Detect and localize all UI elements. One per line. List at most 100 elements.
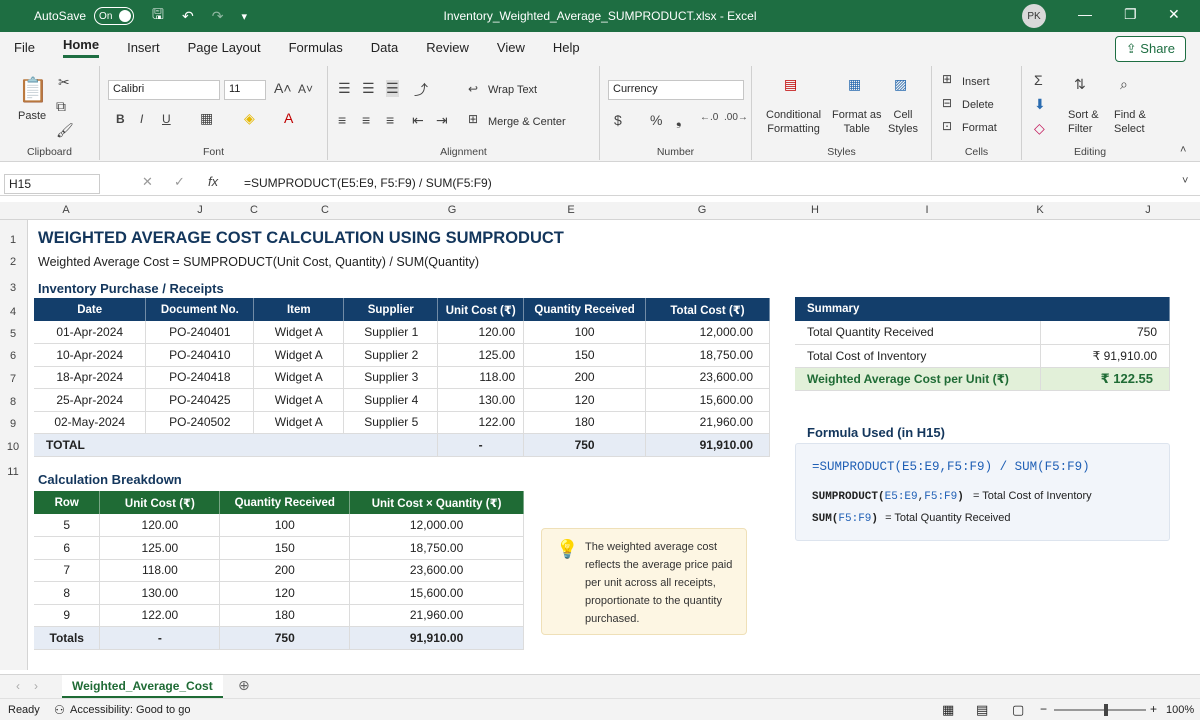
table-cell[interactable]: 01-Apr-2024 [34,321,147,344]
table-cell[interactable]: 125.00 [99,536,221,560]
col-header[interactable]: E [551,204,591,216]
col-header[interactable]: K [1020,204,1060,216]
align-top-icon[interactable]: ☰ [338,80,351,97]
autosave-toggle[interactable]: On [94,7,135,25]
table-cell[interactable]: 125.00 [437,343,525,367]
table-cell[interactable]: Supplier 5 [343,411,439,434]
zoom-level[interactable]: 100% [1166,704,1194,716]
align-right-icon[interactable]: ≡ [386,112,394,128]
page-layout-view-icon[interactable]: ▤ [976,702,988,718]
menu-view[interactable]: View [497,40,525,55]
undo-icon[interactable]: ↶ [182,8,194,25]
decrease-decimal-icon[interactable]: .00→ [724,112,748,123]
enter-icon[interactable]: ✓ [174,174,185,190]
table-cell[interactable]: 100 [219,514,351,537]
copy-icon[interactable]: ⧉ [56,98,66,115]
table-cell[interactable]: 180 [523,411,647,434]
table-cell[interactable]: 12,000.00 [349,514,524,537]
cell-styles-icon[interactable]: ▨ [894,76,907,93]
row-header[interactable]: 10 [2,441,24,453]
table-cell[interactable]: 10-Apr-2024 [34,343,147,367]
format-painter-icon[interactable]: 🖌 [56,122,74,139]
increase-indent-icon[interactable]: ⇥ [436,112,448,129]
table-cell[interactable]: 150 [219,536,351,560]
wrap-text-button[interactable]: Wrap Text [488,84,537,96]
menu-formulas[interactable]: Formulas [289,40,343,55]
inventory-col-header[interactable]: Unit Cost (₹) [437,298,525,321]
row-header[interactable]: 7 [2,373,24,385]
table-cell[interactable]: 120.00 [99,514,221,537]
table-cell[interactable]: PO-240418 [145,366,255,389]
sort-filter-button[interactable]: Sort & Filter [1068,108,1099,136]
decrease-indent-icon[interactable]: ⇤ [412,112,424,129]
table-cell[interactable]: 8 [34,581,101,605]
menu-home[interactable]: Home [62,37,100,58]
table-cell[interactable]: 120.00 [437,321,525,344]
table-cell[interactable]: 118.00 [99,559,221,582]
zoom-in-icon[interactable]: + [1150,702,1157,716]
breakdown-col-header[interactable]: Unit Cost × Quantity (₹) [349,491,524,514]
merge-center-button[interactable]: Merge & Center [488,116,566,128]
align-left-icon[interactable]: ≡ [338,112,346,128]
font-size-select[interactable]: 11 [224,80,266,100]
table-cell[interactable]: PO-240425 [145,388,255,412]
font-name-select[interactable]: Calibri [108,80,220,100]
merge-icon[interactable]: ⊞ [468,112,478,126]
prev-sheet-icon[interactable]: ‹ [16,679,20,693]
zoom-slider-handle[interactable] [1104,704,1108,716]
table-cell[interactable]: Widget A [253,411,345,434]
paste-icon[interactable]: 📋 [18,76,48,105]
minimize-icon[interactable]: — [1078,6,1092,22]
font-color-icon[interactable]: A [284,110,293,126]
orientation-icon[interactable]: ⤴ [414,80,428,100]
align-bottom-icon[interactable]: ☰ [386,80,399,97]
table-cell[interactable]: Widget A [253,388,345,412]
customize-toolbar-icon[interactable]: ▾ [241,10,247,23]
table-cell[interactable]: 6 [34,536,101,560]
table-cell[interactable]: 18-Apr-2024 [34,366,147,389]
table-cell[interactable]: PO-240401 [145,321,255,344]
inventory-col-header[interactable]: Date [34,298,147,321]
conditional-formatting-button[interactable]: Conditional Formatting [766,108,821,136]
restore-icon[interactable]: ❐ [1124,6,1137,23]
inventory-col-header[interactable]: Document No. [145,298,255,321]
row-header[interactable]: 6 [2,350,24,362]
table-cell[interactable]: 122.00 [99,604,221,627]
next-sheet-icon[interactable]: › [34,679,38,693]
format-table-icon[interactable]: ▦ [848,76,861,93]
table-cell[interactable]: Widget A [253,321,345,344]
fill-icon[interactable]: ⬇ [1034,96,1046,113]
fill-color-icon[interactable]: ◈ [244,110,255,127]
table-cell[interactable]: 130.00 [99,581,221,605]
cut-icon[interactable]: ✂ [58,74,70,91]
table-cell[interactable]: Widget A [253,343,345,367]
delete-cells-icon[interactable]: ⊟ [942,96,952,110]
page-break-view-icon[interactable]: ▢ [1012,702,1024,718]
total-cell[interactable]: TOTAL [34,433,439,457]
table-cell[interactable]: 18,750.00 [349,536,524,560]
table-cell[interactable]: 15,600.00 [349,581,524,605]
total-cell[interactable]: - [99,626,221,650]
table-cell[interactable]: PO-240502 [145,411,255,434]
total-cell[interactable]: 750 [523,433,647,457]
sheet-tab-weighted-average-cost[interactable]: Weighted_Average_Cost [62,675,223,699]
col-header[interactable]: G [432,204,472,216]
cell-styles-button[interactable]: Cell Styles [888,108,918,136]
col-header[interactable]: C [305,204,345,216]
breakdown-col-header[interactable]: Row [34,491,101,514]
row-header[interactable]: 9 [2,418,24,430]
increase-font-icon[interactable]: A˄ [274,80,292,96]
inventory-col-header[interactable]: Total Cost (₹) [645,298,770,321]
summary-qty-label[interactable]: Total Quantity Received [795,321,1041,345]
sort-filter-icon[interactable]: ⇅ [1074,76,1086,93]
row-header[interactable]: 4 [2,306,24,318]
redo-icon[interactable]: ↷ [212,8,224,25]
increase-decimal-icon[interactable]: ←.0 [700,112,718,123]
insert-cells-icon[interactable]: ⊞ [942,72,952,86]
total-cell[interactable]: 91,910.00 [645,433,770,457]
total-cell[interactable]: 91,910.00 [349,626,524,650]
format-table-button[interactable]: Format as Table [832,108,882,136]
col-header[interactable]: J [180,204,220,216]
row-header[interactable]: 8 [2,396,24,408]
add-sheet-icon[interactable]: ⊕ [238,677,250,694]
